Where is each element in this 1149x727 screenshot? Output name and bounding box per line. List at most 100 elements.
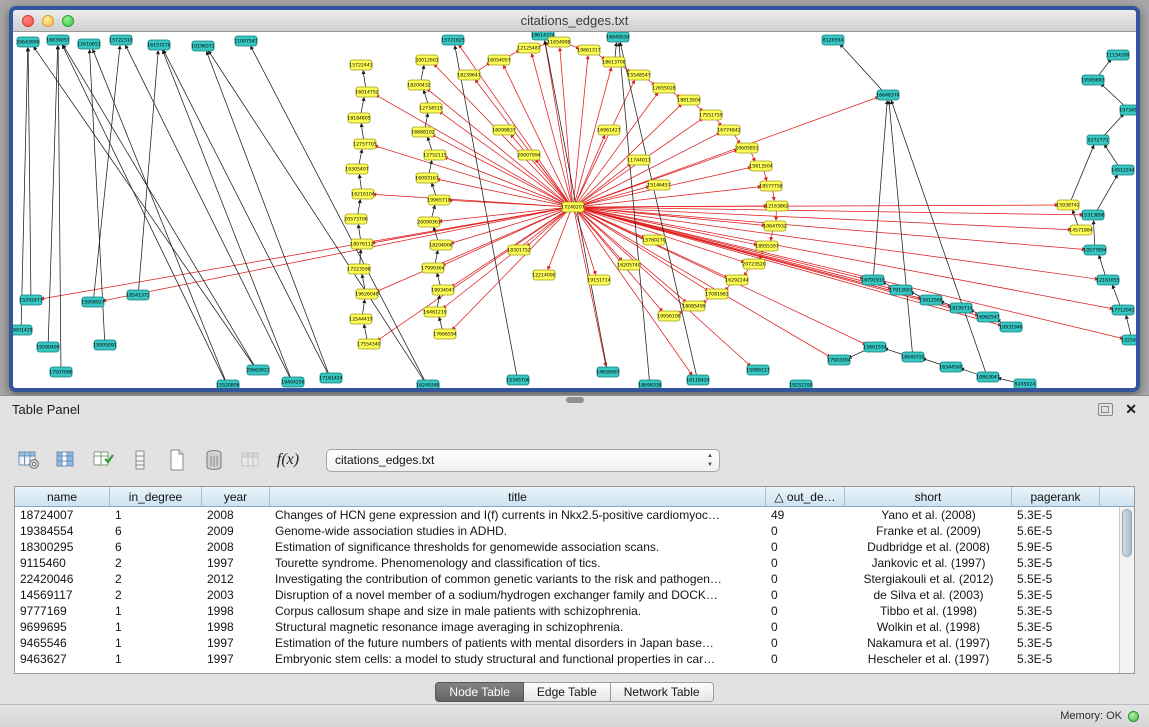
table-row[interactable]: 911546021997Tourette syndrome. Phenomeno… [15, 555, 1119, 571]
graph-node[interactable]: 16461219 [423, 307, 446, 317]
graph-node[interactable]: 13254890 [1121, 335, 1136, 345]
column-chooser-icon[interactable] [53, 448, 79, 472]
close-button[interactable] [22, 15, 34, 27]
graph-node[interactable]: 20605853 [735, 143, 758, 153]
graph-node[interactable]: 16949554 [606, 32, 629, 42]
graph-node[interactable]: 15313898 [1081, 210, 1104, 220]
graph-node[interactable]: 10863047 [976, 372, 999, 382]
graph-node[interactable]: 18577758 [759, 181, 782, 191]
graph-node[interactable]: 19252199 [789, 380, 812, 389]
network-canvas[interactable]: 1724020720643999188390571261065115722310… [13, 32, 1136, 389]
graph-node[interactable]: 19956106 [657, 311, 680, 321]
table-row[interactable]: 1872400712008Changes of HCN gene express… [15, 507, 1119, 523]
graph-node[interactable]: 10647932 [763, 221, 786, 231]
vertical-scrollbar[interactable] [1119, 507, 1134, 673]
graph-node[interactable]: 17903304 [827, 355, 850, 365]
graph-node[interactable]: 20643999 [16, 37, 39, 47]
graph-node[interactable]: 19934047 [431, 285, 454, 295]
graph-node[interactable]: 14512244 [1111, 165, 1134, 175]
graph-node[interactable]: 19590499 [36, 342, 59, 352]
graph-node[interactable]: 10931946 [999, 322, 1022, 332]
graph-node[interactable]: 12125487 [517, 43, 540, 53]
graph-node[interactable]: 16216104 [351, 189, 374, 199]
graph-node[interactable]: 17240207 [561, 202, 584, 212]
graph-node[interactable]: 19305407 [345, 164, 368, 174]
graph-node[interactable]: 15813504 [749, 161, 772, 171]
minimize-button[interactable] [42, 15, 54, 27]
graph-node[interactable]: 15292477 [19, 295, 42, 305]
graph-node[interactable]: 20601429 [13, 325, 33, 335]
graph-node[interactable]: 18813504 [677, 95, 700, 105]
graph-node[interactable]: 17666594 [433, 329, 456, 339]
graph-node[interactable]: 17551759 [699, 110, 722, 120]
new-file-icon[interactable] [164, 448, 190, 472]
graph-node[interactable]: 18085499 [682, 301, 705, 311]
graph-node[interactable]: 10196372 [191, 41, 214, 51]
graph-node[interactable]: 18301752 [507, 245, 530, 255]
table-row[interactable]: 946362711997Embryonic stem cells: a mode… [15, 651, 1119, 667]
column-header-in_degree[interactable]: in_degree [110, 487, 202, 506]
graph-node[interactable]: 15548547 [627, 70, 650, 80]
graph-node[interactable]: 12752115 [423, 150, 446, 160]
column-header-short[interactable]: short [845, 487, 1012, 506]
graph-node[interactable]: 18200432 [407, 80, 430, 90]
graph-node[interactable]: 16961427 [597, 125, 620, 135]
delete-icon[interactable] [201, 448, 227, 472]
graph-node[interactable]: 18239647 [457, 70, 480, 80]
graph-node[interactable]: 11007547 [234, 36, 257, 46]
graph-node[interactable]: 17712043 [1111, 305, 1134, 315]
zoom-button[interactable] [62, 15, 74, 27]
graph-node[interactable]: 18541373 [126, 290, 149, 300]
graph-node[interactable]: 20573706 [344, 214, 367, 224]
table-row[interactable]: 969969511998Structural magnetic resonanc… [15, 619, 1119, 635]
graph-node[interactable]: 18613708 [602, 57, 625, 67]
graph-node[interactable]: 16292244 [725, 275, 748, 285]
graph-node[interactable]: 16888102 [411, 127, 434, 137]
graph-node[interactable]: 14571884 [1069, 225, 1092, 235]
graph-node[interactable]: 17999364 [421, 263, 444, 273]
graph-node[interactable]: 17507086 [49, 367, 72, 377]
graph-node[interactable]: 15721825 [441, 35, 464, 45]
graph-node[interactable]: 16249348 [416, 380, 439, 389]
graph-node[interactable]: 18184805 [347, 113, 370, 123]
graph-node[interactable]: 19965718 [427, 195, 450, 205]
column-header-title[interactable]: title [270, 487, 766, 506]
graph-node[interactable]: 18945720 [901, 352, 924, 362]
graph-node[interactable]: 15722310 [109, 35, 132, 45]
graph-node[interactable]: 18839057 [46, 35, 69, 45]
graph-node[interactable]: 20012603 [415, 55, 438, 65]
graph-node[interactable]: 16116424 [686, 375, 709, 385]
graph-node[interactable]: 16648374 [876, 90, 899, 100]
function-icon[interactable]: f(x) [275, 448, 301, 472]
graph-node[interactable]: 18698338 [638, 380, 661, 389]
graph-node[interactable]: 18204006 [429, 240, 452, 250]
graph-node[interactable]: 12655028 [652, 83, 675, 93]
graph-node[interactable]: 9245024 [1014, 379, 1036, 389]
column-header-year[interactable]: year [202, 487, 270, 506]
table-selector-dropdown[interactable]: citations_edges.txt ▲▼ [326, 449, 720, 472]
graph-node[interactable]: 15908927 [81, 297, 104, 307]
graph-node[interactable]: 16205740 [617, 260, 640, 270]
graph-node[interactable]: 9272773 [1087, 135, 1109, 145]
split-pane-handle[interactable] [566, 397, 584, 403]
graph-node[interactable]: 11654998 [547, 37, 570, 47]
tab-node-table[interactable]: Node Table [435, 682, 524, 702]
table-row[interactable]: 1830029562008Estimation of significance … [15, 539, 1119, 555]
import-table-icon[interactable] [238, 448, 264, 472]
table-row[interactable]: 2242004622012Investigating the contribut… [15, 571, 1119, 587]
graph-node[interactable]: 19861317 [577, 45, 600, 55]
graph-node[interactable]: 20007994 [517, 150, 540, 160]
table-edit-icon[interactable] [90, 448, 116, 472]
graph-node[interactable]: 12544419 [349, 314, 372, 324]
graph-node[interactable]: 20099361 [417, 217, 440, 227]
graph-node[interactable]: 12757705 [353, 139, 376, 149]
graph-node[interactable]: 15760270 [642, 235, 665, 245]
graph-node[interactable]: 16014752 [355, 87, 378, 97]
graph-node[interactable]: 12161655 [1096, 275, 1119, 285]
graph-node[interactable]: 19565683 [1081, 75, 1104, 85]
graph-node[interactable]: 15146457 [647, 180, 670, 190]
table-row[interactable]: 977716911998Corpus callosum shape and si… [15, 603, 1119, 619]
graph-node[interactable]: 17913903 [889, 285, 912, 295]
graph-node[interactable]: 19734903 [1119, 105, 1136, 115]
tab-edge-table[interactable]: Edge Table [524, 682, 611, 702]
